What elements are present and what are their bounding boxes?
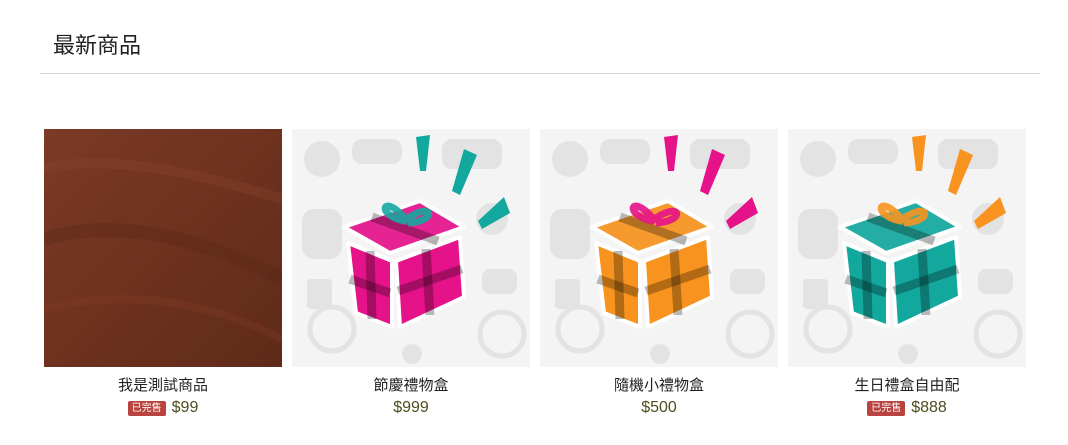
product-price: $888 [911,399,947,416]
price-row: $999 [292,398,530,418]
product-card[interactable]: 生日禮盒自由配 已完售 $888 [788,129,1026,418]
product-name[interactable]: 我是測試商品 [44,377,282,394]
gift-box-image[interactable] [540,129,778,367]
product-name[interactable]: 生日禮盒自由配 [788,377,1026,394]
section-divider [40,73,1040,74]
product-card[interactable]: 隨機小禮物盒 $500 [540,129,778,418]
gift-box-image[interactable] [292,129,530,367]
section-title: 最新商品 [53,34,142,59]
product-price: $500 [641,399,677,416]
product-price: $99 [171,399,199,416]
product-price: $999 [393,399,429,416]
price-row: 已完售 $888 [788,398,1026,418]
product-image-photo[interactable] [44,129,282,367]
product-grid: 我是測試商品 已完售 $99 節慶禮物盒 $999 隨機小禮物盒 $500 生日… [44,129,1026,418]
price-row: $500 [540,398,778,418]
sold-out-badge: 已完售 [127,400,166,416]
price-row: 已完售 $99 [44,398,282,418]
gift-box-image[interactable] [788,129,1026,367]
product-name[interactable]: 節慶禮物盒 [292,377,530,394]
sold-out-badge: 已完售 [867,400,906,416]
product-name[interactable]: 隨機小禮物盒 [540,377,778,394]
latest-products-section: 最新商品 我是測試商品 已完售 $99 節慶禮物盒 $999 隨機小禮物盒 $5… [0,0,1068,445]
product-card[interactable]: 節慶禮物盒 $999 [292,129,530,418]
product-card[interactable]: 我是測試商品 已完售 $99 [44,129,282,418]
